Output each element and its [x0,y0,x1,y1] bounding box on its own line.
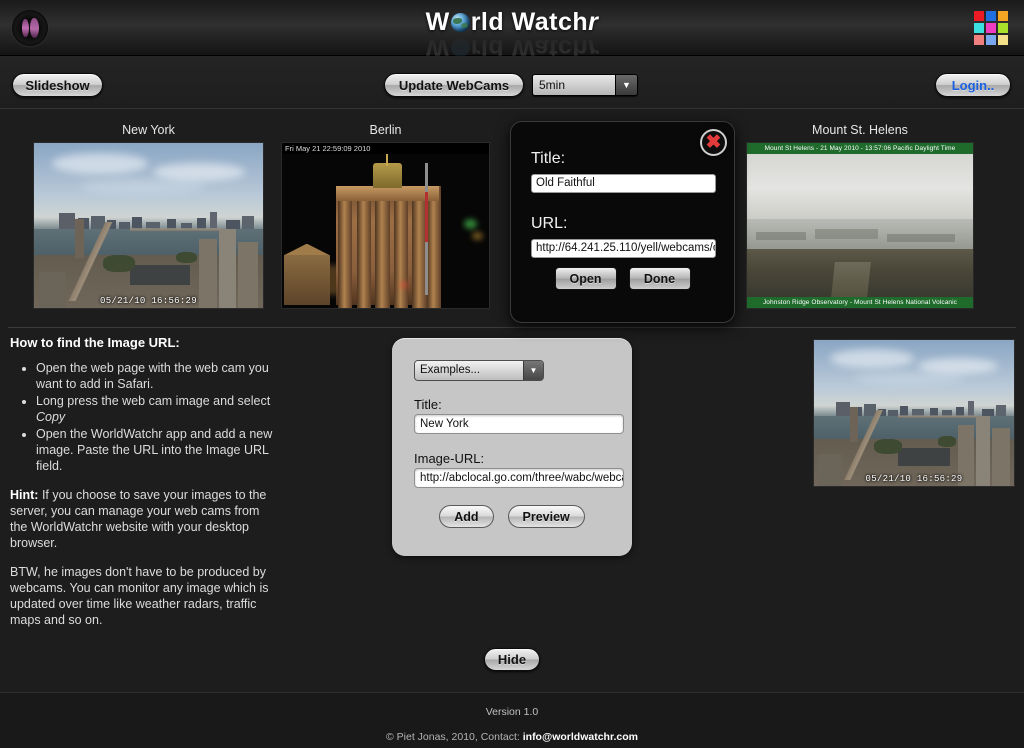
preview-timestamp: 05/21/10 16:56:29 [865,474,963,484]
color-swatch-0[interactable] [974,11,984,21]
webcam-title: Mount St. Helens [812,123,908,137]
color-swatch-3[interactable] [974,23,984,33]
help-btw: BTW, he images don't have to be produced… [10,565,269,627]
open-button[interactable]: Open [554,267,617,290]
preview-image[interactable]: 05/21/10 16:56:29 [813,339,1015,487]
msh-banner-bottom: Johnston Ridge Observatory - Mount St He… [747,297,973,308]
hint-label: Hint: [10,488,39,502]
bullet-emphasis: Copy [36,410,66,424]
title-part-2: rld Watch [470,8,589,36]
title-part-1: W [425,8,450,36]
slideshow-button[interactable]: Slideshow [12,73,103,97]
list-item: Open the web page with the web cam you w… [36,360,280,392]
footer: Version 1.0 © Piet Jonas, 2010, Contact:… [0,692,1024,748]
help-bullet-list: Open the web page with the web cam you w… [36,360,280,474]
update-interval-select[interactable]: 5min ▼ [532,74,638,96]
panel-title-input[interactable]: New York [414,414,624,434]
color-swatch-1[interactable] [986,11,996,21]
color-swatch-2[interactable] [998,11,1008,21]
webcam-timestamp: Fri May 21 22:59:09 2010 [285,144,371,153]
panel-title-label: Title: [414,397,442,412]
bullet-text: Open the WorldWatchr app and add a new i… [36,427,273,473]
globe-icon [450,13,470,32]
msh-banner-top: Mount St Helens - 21 May 2010 - 13:57:06… [747,143,973,154]
color-swatch-7[interactable] [986,35,996,45]
page-title: Wrld Watchr [0,8,1024,37]
webcam-card-berlin[interactable]: Berlin Fri May 21 22:59:09 2010 [281,123,490,309]
list-item: Long press the web cam image and select … [36,393,280,425]
dialog-title-label: Title: [531,150,566,167]
section-divider [8,327,1016,328]
login-button[interactable]: Login.. [935,73,1011,97]
berlin-timestamp-bar: Fri May 21 22:59:09 2010 [282,143,489,154]
preview-new-york-scene [814,340,1014,486]
bullet-text: Open the web page with the web cam you w… [36,361,269,391]
version-text: Version 1.0 [485,706,539,718]
color-swatch-6[interactable] [974,35,984,45]
copyright-text: © Piet Jonas, 2010, Contact: info@worldw… [0,731,1024,743]
panel-url-input[interactable]: http://abclocal.go.com/three/wabc/webca [414,468,624,488]
copyright-prefix: © Piet Jonas, 2010, Contact: [386,731,523,743]
help-heading: How to find the Image URL: [10,335,180,350]
list-item: Open the WorldWatchr app and add a new i… [36,426,280,474]
hint-text: If you choose to save your images to the… [10,488,267,550]
hide-button[interactable]: Hide [484,648,540,671]
add-button[interactable]: Add [439,505,494,528]
chevron-down-icon: ▼ [523,361,543,380]
msh-banner-bottom-text: Johnston Ridge Observatory - Mount St He… [762,299,958,306]
title-part-3: r [588,8,599,36]
color-swatch-4[interactable] [986,23,996,33]
dialog-url-label: URL: [531,215,568,232]
dialog-url-input[interactable]: http://64.241.25.110/yell/webcams/ol [531,239,716,258]
webcam-card-new-york[interactable]: New York 05/21/10 16:56:29 [33,123,264,309]
help-section: How to find the Image URL: Open the web … [10,335,280,641]
close-icon[interactable]: ✖ [700,129,727,156]
webcam-card-mount-st-helens[interactable]: Mount St. Helens Mount St Helens - 21 Ma… [746,123,974,309]
edit-webcam-dialog: ✖ Title: Old Faithful URL: http://64.241… [510,121,735,323]
webcam-title: New York [122,123,175,137]
dialog-title-input[interactable]: Old Faithful [531,174,716,193]
update-webcams-button[interactable]: Update WebCams [384,73,524,97]
color-swatch-5[interactable] [998,23,1008,33]
webcam-image-mount-st-helens[interactable]: Mount St Helens - 21 May 2010 - 13:57:06… [746,142,974,309]
add-webcam-panel: Examples... ▼ Title: New York Image-URL:… [392,338,632,556]
panel-url-label: Image-URL: [414,451,485,466]
msh-banner-top-text: Mount St Helens - 21 May 2010 - 13:57:06… [764,145,956,152]
color-grid-icon[interactable] [974,11,1008,45]
bullet-text: Long press the web cam image and select [36,394,271,408]
help-hint: Hint: If you choose to save your images … [10,487,280,551]
app-window: Wrld Watchr Wrld Watchr Slideshow Update… [0,0,1024,748]
update-interval-value: 5min [533,75,615,95]
webcam-timestamp: 05/21/10 16:56:29 [100,296,197,306]
examples-select[interactable]: Examples... ▼ [414,360,544,381]
color-swatch-8[interactable] [998,35,1008,45]
berlin-scene: Fri May 21 22:59:09 2010 [282,143,489,308]
app-header: Wrld Watchr Wrld Watchr [0,0,1024,62]
contact-email-link[interactable]: info@worldwatchr.com [523,731,638,743]
webcam-image-berlin[interactable]: Fri May 21 22:59:09 2010 [281,142,490,309]
new-york-scene [34,143,263,308]
webcam-title: Berlin [369,123,402,137]
examples-select-value: Examples... [415,361,523,380]
webcam-image-new-york[interactable]: 05/21/10 16:56:29 [33,142,264,309]
preview-button[interactable]: Preview [507,505,585,528]
mount-st-helens-scene: Mount St Helens - 21 May 2010 - 13:57:06… [747,143,973,308]
chevron-down-icon: ▼ [615,75,637,95]
globe-reflection-icon [450,38,470,57]
done-button[interactable]: Done [628,267,691,290]
